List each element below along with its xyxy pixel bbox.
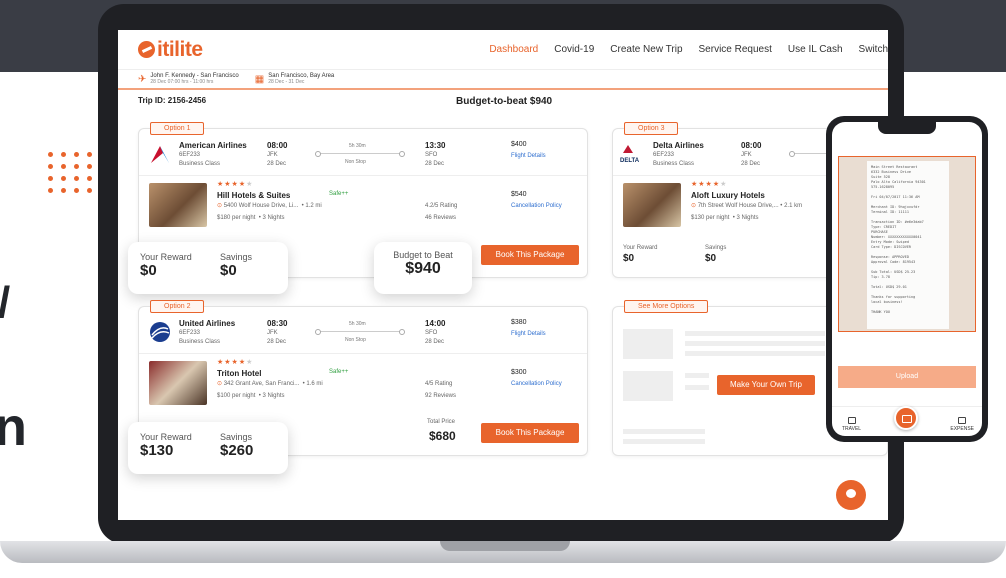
- itilite-logo[interactable]: itilite: [138, 38, 203, 62]
- receipt-capture-area: Main Street Restaurant 6332 Business Driv…: [838, 156, 976, 332]
- flight-details-link[interactable]: Flight Details: [511, 153, 546, 159]
- top-nav: itilite Dashboard Covid-19 Create New Tr…: [118, 30, 888, 70]
- flight-details-link[interactable]: Flight Details: [511, 331, 546, 337]
- option-tag: Option 1: [150, 122, 205, 135]
- tab-expense[interactable]: EXPENSE: [950, 417, 974, 432]
- book-package-button[interactable]: Book This Package: [481, 245, 579, 265]
- cancellation-policy-link[interactable]: Cancellation Policy: [511, 381, 562, 387]
- nav-service-request[interactable]: Service Request: [699, 44, 772, 55]
- reward-savings-box-1: Your Reward $0 Savings $0: [128, 242, 288, 294]
- budget-title: Budget-to-beat $940: [456, 96, 553, 107]
- see-more-tag[interactable]: See More Options: [624, 300, 709, 313]
- laptop-screen: itilite Dashboard Covid-19 Create New Tr…: [118, 30, 888, 520]
- pin-icon: ⊙: [217, 381, 223, 387]
- airplane-icon: ✈: [138, 73, 147, 85]
- decorative-dots: [48, 152, 93, 193]
- chat-icon[interactable]: [836, 480, 866, 510]
- reward-savings-box-2: Your Reward $130 Savings $260: [128, 422, 288, 474]
- route-line: [315, 151, 405, 157]
- phone-tab-bar: TRAVEL EXPENSE: [832, 406, 982, 436]
- route-line: [315, 329, 405, 335]
- make-your-own-trip-button[interactable]: Make Your Own Trip: [717, 375, 815, 395]
- trip-summary-bar: ✈ John F. Kennedy - San Francisco 28 Dec …: [118, 70, 888, 90]
- nav-covid[interactable]: Covid-19: [554, 44, 594, 55]
- camera-button-icon[interactable]: [894, 406, 918, 430]
- laptop-notch: [440, 541, 570, 551]
- hotel-image: [623, 183, 681, 227]
- building-icon: ▦: [254, 73, 265, 85]
- svg-text:DELTA: DELTA: [620, 158, 640, 164]
- hotel-summary: ▦ San Francisco, Bay Area 28 Dec - 31 Dec: [254, 73, 335, 85]
- flight-summary: ✈ John F. Kennedy - San Francisco 28 Dec …: [138, 73, 239, 85]
- cropped-glyph-n: n: [0, 397, 27, 457]
- pin-icon: ⊙: [217, 203, 223, 209]
- phone-screen: Main Street Restaurant 6332 Business Driv…: [832, 122, 982, 436]
- receipt-icon: [958, 417, 967, 424]
- book-package-button[interactable]: Book This Package: [481, 423, 579, 443]
- hotel-image: [149, 183, 207, 227]
- budget-to-beat-box: Budget to Beat $940: [374, 242, 472, 294]
- option-tag: Option 2: [150, 300, 205, 313]
- phone-frame: Main Street Restaurant 6332 Business Driv…: [826, 116, 988, 442]
- cropped-glyph-y: /: [0, 278, 10, 328]
- nav-links: Dashboard Covid-19 Create New Trip Servi…: [489, 44, 888, 55]
- trip-id: Trip ID: 2156-2456: [138, 96, 207, 105]
- star-rating: ★★★★★: [217, 181, 254, 188]
- receipt-line: THANK YOU: [871, 310, 890, 314]
- logo-mark-icon: [138, 41, 155, 58]
- upload-button[interactable]: Upload: [838, 366, 976, 388]
- cancellation-policy-link[interactable]: Cancellation Policy: [511, 203, 562, 209]
- pin-icon: ⊙: [691, 203, 697, 209]
- nav-dashboard[interactable]: Dashboard: [489, 44, 538, 55]
- receipt-image: Main Street Restaurant 6332 Business Driv…: [867, 161, 949, 329]
- star-rating: ★★★★★: [217, 359, 254, 366]
- hotel-image: [149, 361, 207, 405]
- nav-switch[interactable]: Switch: [859, 44, 888, 55]
- nav-il-cash[interactable]: Use IL Cash: [788, 44, 843, 55]
- united-airlines-logo-icon: [150, 322, 170, 342]
- delta-logo-icon: DELTA: [620, 145, 640, 164]
- trip-header: Trip ID: 2156-2456 Budget-to-beat $940: [138, 96, 888, 110]
- nav-create-trip[interactable]: Create New Trip: [610, 44, 682, 55]
- suitcase-icon: [847, 417, 856, 424]
- star-rating: ★★★★★: [691, 181, 728, 188]
- tab-travel[interactable]: TRAVEL: [842, 417, 861, 432]
- american-airlines-logo-icon: [151, 146, 169, 163]
- phone-notch: [878, 122, 936, 134]
- option-tag: Option 3: [624, 122, 679, 135]
